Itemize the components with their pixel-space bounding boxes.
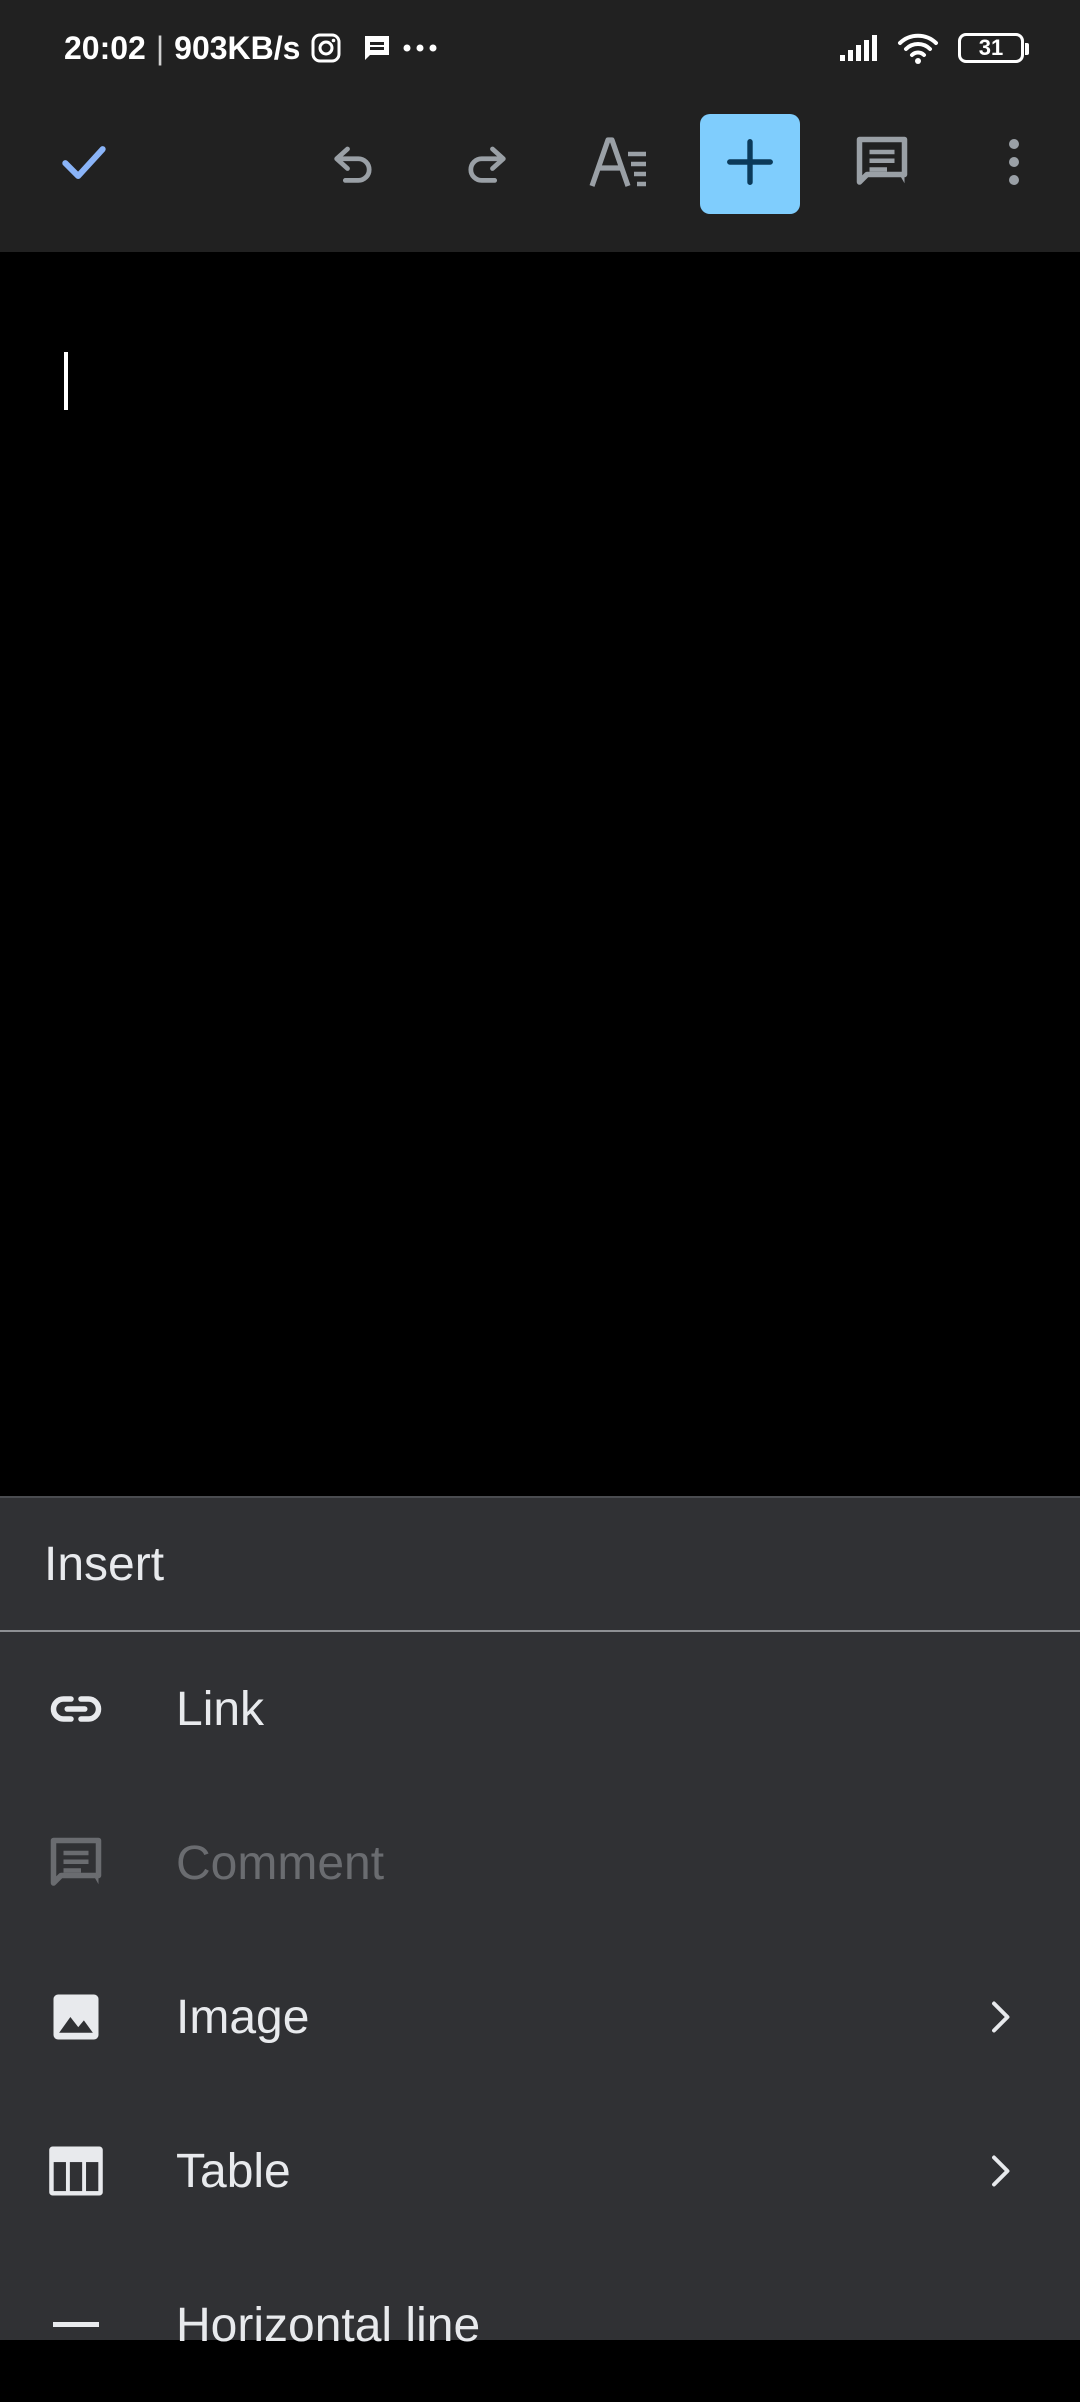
comment-button[interactable] <box>832 114 932 214</box>
undo-button[interactable] <box>304 114 404 214</box>
text-cursor <box>64 352 68 410</box>
done-button[interactable] <box>34 114 134 214</box>
status-bar: 20:02 | 903KB/s 31 <box>0 0 1080 96</box>
menu-item-label: Image <box>176 1990 310 2044</box>
network-speed: 903KB/s <box>174 29 301 66</box>
status-time: 20:02 <box>64 29 146 66</box>
status-right: 31 <box>838 24 1029 72</box>
image-icon <box>44 1985 108 2049</box>
cellular-signal-icon <box>838 33 878 63</box>
status-separator: | <box>155 29 165 66</box>
message-icon <box>362 33 392 63</box>
sheet-title: Insert <box>0 1498 1080 1632</box>
more-options-button[interactable] <box>964 114 1064 214</box>
link-icon <box>44 1677 108 1741</box>
text-format-icon <box>588 134 648 195</box>
wifi-icon <box>896 31 940 65</box>
battery-level: 31 <box>978 35 1004 60</box>
document-body[interactable] <box>0 252 1080 1496</box>
battery-indicator: 31 <box>958 33 1029 63</box>
editor-toolbar <box>0 96 1080 252</box>
status-left: 20:02 | 903KB/s <box>64 26 438 70</box>
redo-icon <box>460 136 512 193</box>
undo-icon <box>328 136 380 193</box>
chevron-right-icon <box>980 1997 1020 2037</box>
plus-icon <box>723 135 777 194</box>
check-icon <box>56 134 112 195</box>
menu-item-label: Table <box>176 2144 291 2198</box>
menu-item-link[interactable]: Link <box>0 1632 1080 1786</box>
menu-item-image[interactable]: Image <box>0 1940 1080 2094</box>
menu-item-label: Link <box>176 1682 265 1736</box>
menu-item-label: Comment <box>176 1836 385 1890</box>
menu-item-label: Horizontal line <box>176 2298 481 2352</box>
comment-icon <box>852 132 912 197</box>
menu-item-comment[interactable]: Comment <box>0 1786 1080 1940</box>
format-text-button[interactable] <box>568 114 668 214</box>
comment-icon <box>44 1831 108 1895</box>
instagram-icon <box>310 32 342 64</box>
horizontal-line-icon <box>44 2293 108 2357</box>
table-icon <box>44 2139 108 2203</box>
more-vert-icon <box>1007 137 1021 192</box>
chevron-right-icon <box>980 2151 1020 2191</box>
insert-button[interactable] <box>700 114 800 214</box>
menu-item-table[interactable]: Table <box>0 2094 1080 2248</box>
redo-button[interactable] <box>436 114 536 214</box>
insert-bottom-sheet: Insert Link Comment Image Table Horizont… <box>0 1496 1080 2352</box>
more-dots-icon <box>402 43 438 53</box>
menu-item-horizontal-line[interactable]: Horizontal line <box>0 2248 1080 2402</box>
